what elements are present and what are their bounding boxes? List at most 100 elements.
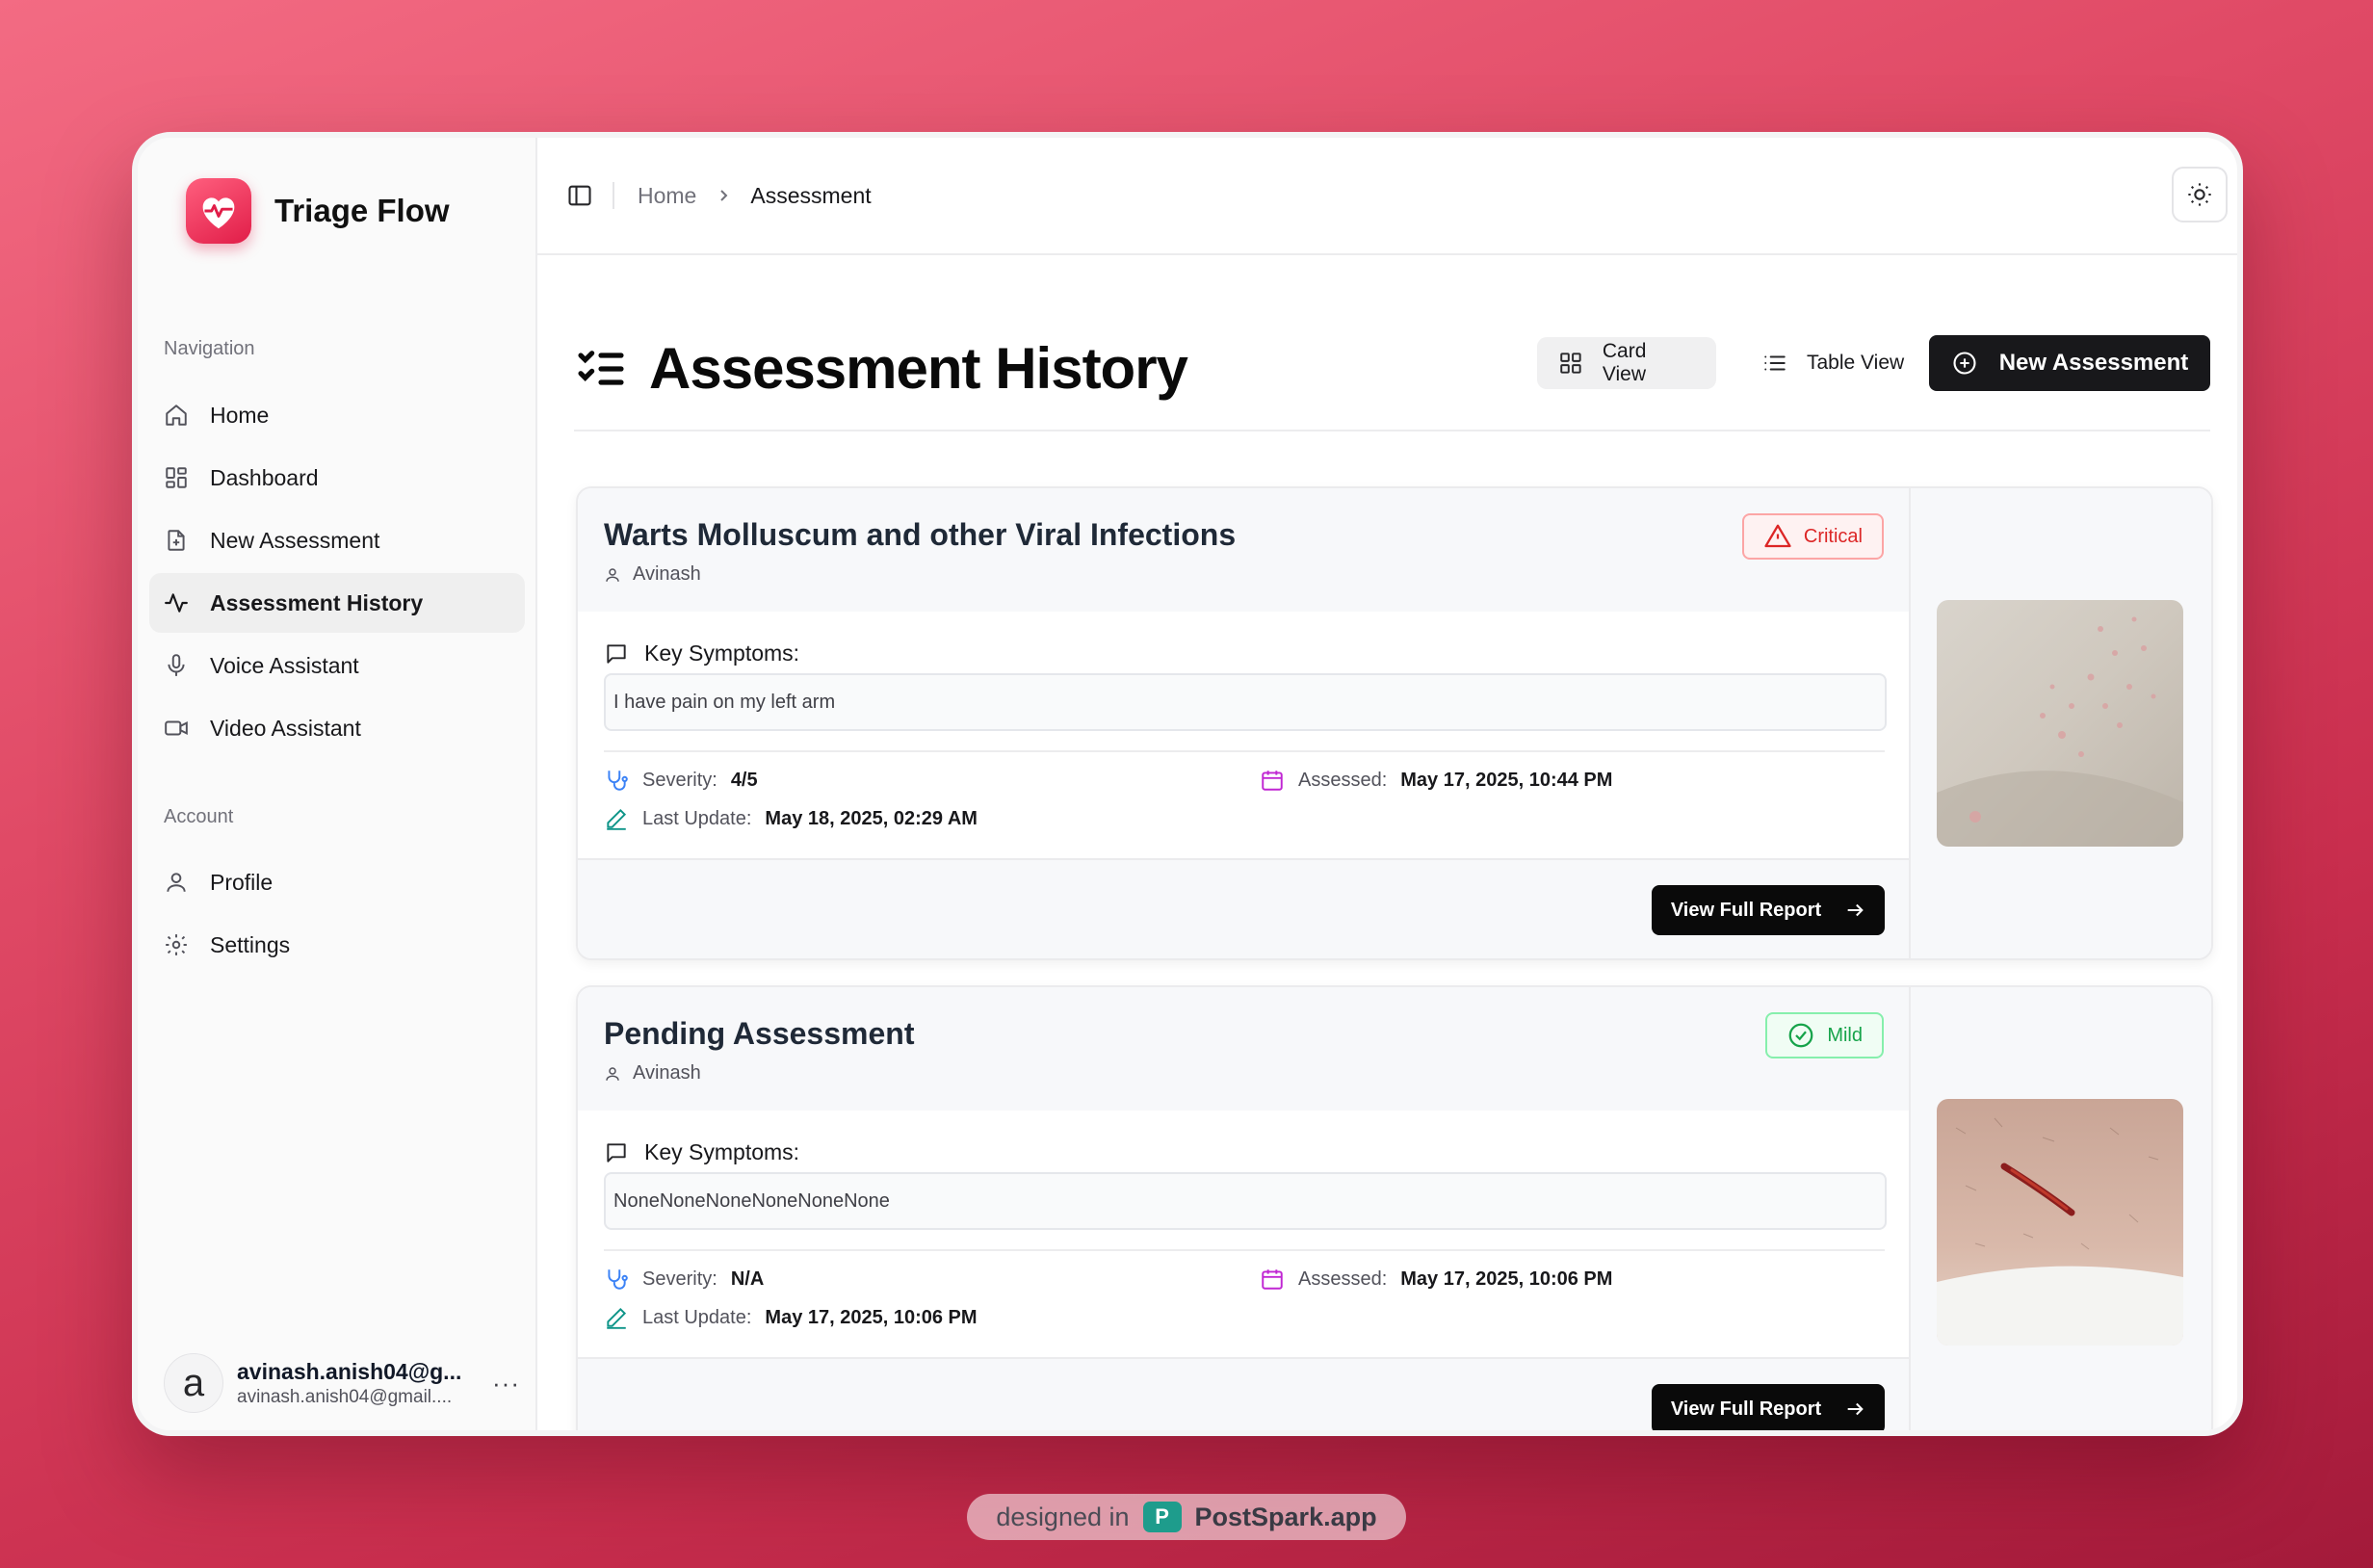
view-full-report-button[interactable]: View Full Report [1652,885,1885,935]
sidebar-item-home[interactable]: Home [149,385,525,445]
home-icon [166,405,187,426]
card-view-label: Card View [1602,340,1647,385]
pencil-icon [607,808,627,830]
symptoms-heading: Key Symptoms: [644,640,800,666]
mic-icon [168,654,185,676]
symptoms-heading: Key Symptoms: [644,1139,800,1164]
card-view-button[interactable]: Card View [1537,337,1716,389]
sidebar-item-settings[interactable]: Settings [149,915,525,975]
assessment-title: Pending Assessment [604,1016,915,1051]
assessed-label: Assessed: [1298,769,1388,791]
table-view-button[interactable]: Table View [1741,337,1925,389]
sidebar-item-new-assessment[interactable]: New Assessment [149,510,525,570]
page-header: Assessment History Card View Table View … [574,335,2210,431]
message-square-icon [607,643,626,664]
assessment-user: Avinash [604,563,701,586]
sidebar-item-dashboard[interactable]: Dashboard [149,448,525,508]
postspark-logo-icon: P [1142,1502,1182,1532]
user-label: Avinash [633,1062,701,1084]
alert-triangle-icon [1764,524,1791,548]
divider [604,750,1885,752]
severity-label: Severity: [642,1267,717,1290]
skin-image-thumbnail[interactable] [1937,600,2183,847]
sidebar-item-label: Profile [210,869,274,895]
symptoms-text: NoneNoneNoneNoneNoneNone [604,1172,1887,1230]
assessment-title: Warts Molluscum and other Viral Infectio… [604,517,1237,552]
plus-circle-icon [1953,352,1976,375]
assessed-label: Assessed: [1298,1267,1388,1290]
sidebar-item-profile[interactable]: Profile [149,852,525,912]
navigation-group-label: Navigation [164,338,255,359]
theme-toggle-button[interactable] [2172,167,2228,222]
update-value: May 17, 2025, 10:06 PM [765,1306,978,1328]
video-icon [165,720,188,736]
assessed-info: Assessed: May 17, 2025, 10:06 PM [1260,1267,1612,1292]
user-icon [167,873,186,892]
new-assessment-button[interactable]: New Assessment [1929,335,2210,391]
update-label: Last Update: [642,1306,752,1328]
status-badge: Critical [1741,513,1884,560]
severity-info: Severity: 4/5 [604,768,758,793]
breadcrumb-current: Assessment [750,182,872,208]
user-label: Avinash [633,563,701,585]
assessed-info: Assessed: May 17, 2025, 10:44 PM [1260,768,1612,793]
more-options-icon[interactable]: ··· [492,1369,520,1398]
list-icon [1764,355,1786,371]
arrow-right-icon [1847,1402,1864,1416]
designed-in-badge[interactable]: designed in P PostSpark.app [967,1494,1406,1540]
severity-label: Severity: [642,769,717,791]
main-content: Home Assessment Assessment History Card … [537,138,2237,1430]
sidebar-item-label: New Assessment [210,527,380,553]
sidebar-item-video-assistant[interactable]: Video Assistant [149,698,525,758]
severity-value: N/A [730,1267,765,1290]
divider [604,1249,1885,1251]
check-circle-icon [1788,1023,1813,1048]
message-square-icon [607,1142,626,1163]
heart-pulse-logo-icon [186,178,251,244]
avatar: a [164,1353,223,1413]
account-group-label: Account [164,806,234,827]
view-full-report-button[interactable]: View Full Report [1652,1384,1885,1430]
sidebar-item-label: Voice Assistant [210,652,359,678]
app-window: Triage Flow Navigation Home Dashboard Ne… [132,132,2243,1436]
report-label: View Full Report [1670,1398,1822,1420]
status-badge: Mild [1765,1012,1884,1058]
brand[interactable]: Triage Flow [186,178,450,244]
page-title: Assessment History [649,336,1188,401]
last-update-info: Last Update: May 18, 2025, 02:29 AM [604,806,978,831]
activity-icon [165,593,188,613]
report-label: View Full Report [1670,899,1822,921]
sidebar-item-label: Settings [210,931,291,957]
severity-info: Severity: N/A [604,1267,764,1292]
assessed-value: May 17, 2025, 10:06 PM [1400,1267,1613,1290]
user-name: avinash.anish04@g... [237,1358,462,1384]
new-assessment-label: New Assessment [1998,350,2189,376]
sidebar-item-assessment-history[interactable]: Assessment History [149,573,525,633]
sidebar-item-label: Video Assistant [210,715,361,741]
key-symptoms-label: Key Symptoms: [604,640,799,666]
assessment-card: Pending Assessment Avinash Mild Key Symp… [576,985,2213,1430]
sidebar: Triage Flow Navigation Home Dashboard Ne… [138,138,537,1430]
update-value: May 18, 2025, 02:29 AM [765,807,978,829]
severity-value: 4/5 [730,769,758,791]
assessment-user: Avinash [604,1062,701,1085]
grid-icon [1560,353,1581,374]
top-bar: Home Assessment [537,138,2237,255]
sidebar-toggle-icon[interactable] [566,182,593,209]
sidebar-item-label: Dashboard [210,464,319,490]
assessed-value: May 17, 2025, 10:44 PM [1400,769,1613,791]
update-label: Last Update: [642,807,752,829]
wound-image-thumbnail[interactable] [1937,1099,2183,1346]
pencil-icon [607,1307,627,1329]
calendar-icon [1262,1269,1283,1290]
user-email: avinash.anish04@gmail.... [237,1386,453,1407]
user-icon [606,1066,619,1081]
sidebar-item-voice-assistant[interactable]: Voice Assistant [149,636,525,695]
user-menu[interactable]: a avinash.anish04@g... avinash.anish04@g… [164,1346,520,1421]
dashboard-icon [166,467,187,488]
last-update-info: Last Update: May 17, 2025, 10:06 PM [604,1305,978,1330]
breadcrumb-home[interactable]: Home [638,183,696,209]
sidebar-item-label: Assessment History [210,589,424,615]
footer-brand: PostSpark.app [1194,1502,1377,1531]
sun-icon [2188,183,2211,206]
